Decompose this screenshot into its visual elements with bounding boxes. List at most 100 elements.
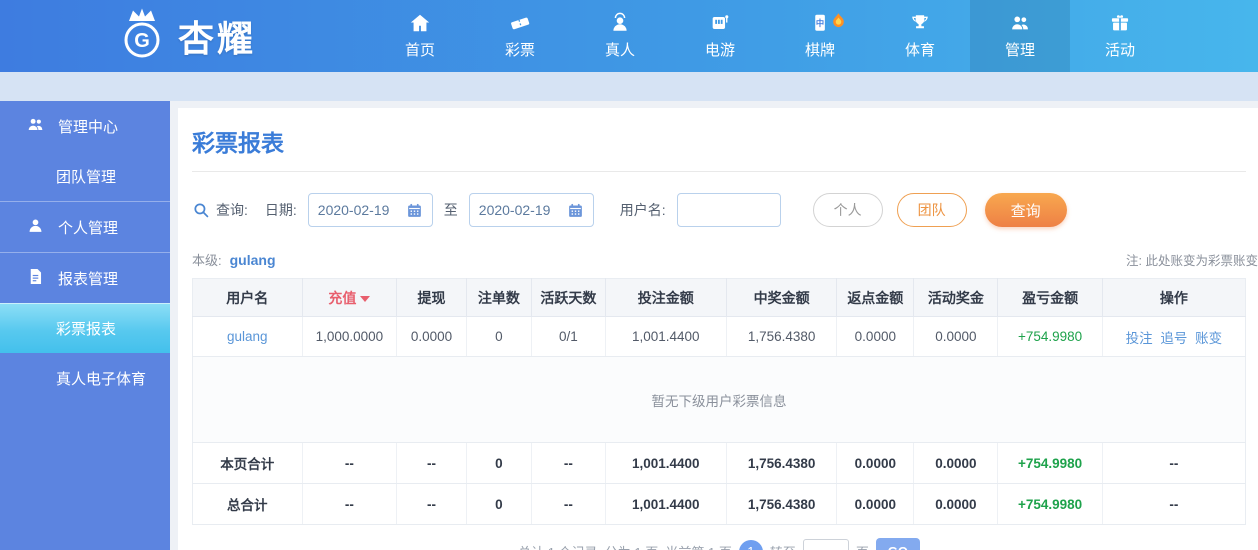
crown-emblem-icon: G xyxy=(114,6,170,67)
nav-item-sports[interactable]: 体育 xyxy=(870,0,970,72)
col-recharge-sortable[interactable]: 充值 xyxy=(302,278,398,317)
sidebar-item-live-esports[interactable]: 真人电子体育 xyxy=(0,353,170,403)
page-number-button[interactable]: 1 xyxy=(738,539,763,550)
row-bet-count: 0 xyxy=(466,316,533,357)
nav-item-manage[interactable]: 管理 xyxy=(970,0,1070,72)
row-username-link[interactable]: gulang xyxy=(227,329,268,344)
sidebar-item-label: 彩票报表 xyxy=(56,320,117,338)
report-table: 用户名 充值 提现 注单数 活跃天数 投注金额 中奖金额 返点金额 活动奖金 盈… xyxy=(192,278,1246,525)
total-cell: -- xyxy=(531,442,606,484)
row-win-amount: 1,756.4380 xyxy=(726,316,838,357)
date-label: 日期: xyxy=(264,202,297,218)
slot-machine-icon xyxy=(709,12,731,34)
sidebar-item-report-manage[interactable]: 报表管理 xyxy=(0,253,170,303)
team-icon xyxy=(26,115,45,138)
search-icon xyxy=(192,201,211,220)
goto-page-input[interactable] xyxy=(802,539,849,550)
date-from-field[interactable] xyxy=(307,193,433,227)
bet-detail-link[interactable]: 投注 xyxy=(1126,331,1153,346)
nav-label: 真人 xyxy=(604,42,635,59)
team-button[interactable]: 团队 xyxy=(896,193,967,227)
total-cell: -- xyxy=(396,442,467,484)
nav-item-lottery[interactable]: 彩票 xyxy=(470,0,570,72)
col-withdraw: 提现 xyxy=(396,278,467,317)
nav-item-boardgames[interactable]: 中 棋牌 xyxy=(770,0,870,72)
row-profit: +754.9980 xyxy=(997,316,1103,357)
total-profit: +754.9980 xyxy=(997,442,1103,484)
total-cell: 0 xyxy=(466,442,533,484)
row-bet-amount: 1,001.4400 xyxy=(605,316,727,357)
svg-text:中: 中 xyxy=(816,18,824,28)
row-activity-bonus: 0.0000 xyxy=(913,316,999,357)
sidebar-item-label: 真人电子体育 xyxy=(56,370,147,388)
nav-label: 活动 xyxy=(1104,42,1135,59)
header-substrip xyxy=(0,72,1258,101)
nav-item-live[interactable]: 真人 xyxy=(570,0,670,72)
gift-icon xyxy=(1109,12,1131,34)
col-bet-count: 注单数 xyxy=(466,278,533,317)
search-button[interactable]: 查询 xyxy=(984,193,1067,227)
top-header: G 杏耀 首页 彩票 真人 电游 中 棋牌 体育 管理 活动 xyxy=(0,0,1258,72)
title-divider xyxy=(192,171,1246,172)
grand-total-row: 总合计 -- -- 0 -- 1,001.4400 1,756.4380 0.0… xyxy=(192,483,1246,525)
col-bet-amount: 投注金额 xyxy=(605,278,727,317)
calendar-icon[interactable] xyxy=(406,202,423,219)
home-icon xyxy=(409,12,431,34)
total-cell: 0.0000 xyxy=(836,483,915,525)
team-icon xyxy=(1009,12,1031,34)
total-profit: +754.9980 xyxy=(997,483,1103,525)
calendar-icon[interactable] xyxy=(567,202,584,219)
username-input[interactable] xyxy=(676,193,781,227)
account-change-note: 注: 此处账变为彩票账变 xyxy=(1126,254,1258,268)
sidebar-item-label: 管理中心 xyxy=(58,118,119,136)
level-label: 本级: xyxy=(192,253,222,268)
total-cell: 0.0000 xyxy=(913,442,999,484)
sidebar-item-label: 报表管理 xyxy=(58,270,119,288)
app-window: G 杏耀 首页 彩票 真人 电游 中 棋牌 体育 管理 活动 管理中心 团队管理… xyxy=(0,0,1258,550)
nav-item-egames[interactable]: 电游 xyxy=(670,0,770,72)
empty-row: 暂无下级用户彩票信息 xyxy=(192,356,1246,443)
sidebar: 管理中心 团队管理 个人管理 报表管理 彩票报表 真人电子体育 xyxy=(0,101,170,550)
goto-label: 转至 xyxy=(770,542,796,550)
row-actions: 投注 追号 账变 xyxy=(1102,316,1246,357)
chase-number-link[interactable]: 追号 xyxy=(1160,331,1187,346)
personal-button[interactable]: 个人 xyxy=(812,193,883,227)
date-from-input[interactable] xyxy=(317,202,398,218)
account-change-link[interactable]: 账变 xyxy=(1195,331,1222,346)
brand-logo[interactable]: G 杏耀 xyxy=(0,0,370,72)
report-icon xyxy=(26,267,45,290)
search-bar: 查询: 日期: 至 用户名: 个人 xyxy=(192,193,1246,227)
date-to-field[interactable] xyxy=(468,193,594,227)
go-button[interactable]: GO xyxy=(875,538,920,550)
nav-label: 彩票 xyxy=(504,42,535,59)
total-cell: -- xyxy=(396,483,467,525)
ticket-icon xyxy=(509,12,531,34)
hot-flame-icon xyxy=(830,12,847,33)
col-active-days: 活跃天数 xyxy=(531,278,606,317)
level-row: 本级: gulang 注: 此处账变为彩票账变 xyxy=(192,250,1258,269)
sidebar-item-personal-manage[interactable]: 个人管理 xyxy=(0,202,170,252)
col-win-amount: 中奖金额 xyxy=(726,278,838,317)
date-to-input[interactable] xyxy=(478,202,559,218)
live-person-icon xyxy=(609,12,631,34)
total-cell: -- xyxy=(302,483,398,525)
total-label: 本页合计 xyxy=(192,442,303,484)
to-label: 至 xyxy=(443,202,458,218)
nav-label: 棋牌 xyxy=(804,42,835,59)
page-title: 彩票报表 xyxy=(192,130,284,156)
nav-item-home[interactable]: 首页 xyxy=(370,0,470,72)
page-total-row: 本页合计 -- -- 0 -- 1,001.4400 1,756.4380 0.… xyxy=(192,442,1246,484)
sidebar-item-team-manage[interactable]: 团队管理 xyxy=(0,151,170,201)
query-label: 查询: xyxy=(216,202,248,218)
level-username-link[interactable]: gulang xyxy=(230,252,276,268)
brand-name: 杏耀 xyxy=(177,18,256,59)
total-cell: -- xyxy=(302,442,398,484)
total-cell: 0.0000 xyxy=(913,483,999,525)
col-profit-loss: 盈亏金额 xyxy=(997,278,1103,317)
sidebar-item-lottery-report[interactable]: 彩票报表 xyxy=(0,303,170,353)
sidebar-item-manage-center[interactable]: 管理中心 xyxy=(0,101,170,151)
row-withdraw: 0.0000 xyxy=(396,316,467,357)
total-cell: 1,001.4400 xyxy=(605,442,727,484)
total-cell: 1,756.4380 xyxy=(726,442,838,484)
nav-item-activity[interactable]: 活动 xyxy=(1070,0,1170,72)
